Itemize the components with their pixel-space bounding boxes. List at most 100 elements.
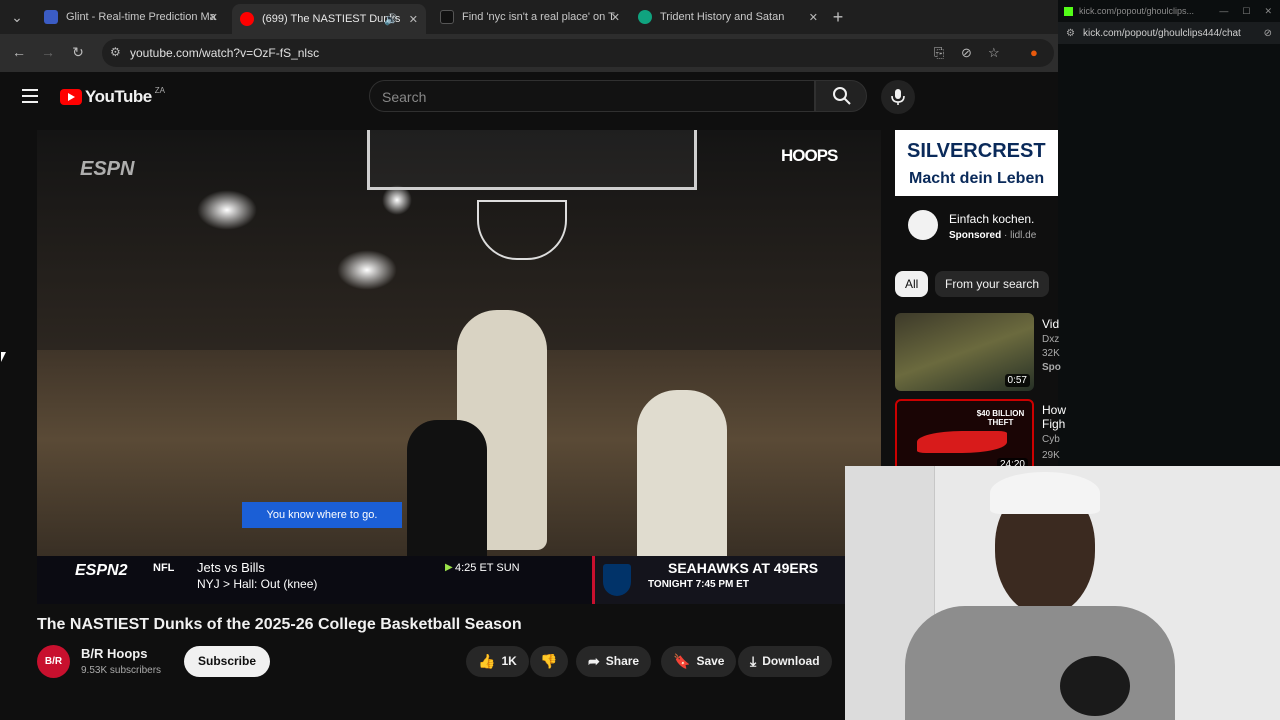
install-app-icon[interactable]: ⎘ xyxy=(934,45,944,61)
close-tab-icon[interactable]: ✕ xyxy=(611,11,620,24)
video-player[interactable]: You know where to go. ESPN HOOPS xyxy=(37,130,881,604)
injury-note: NYJ > Hall: Out (knee) xyxy=(197,577,318,591)
person-shirt xyxy=(905,606,1175,720)
youtube-logo[interactable]: YouTube ZA xyxy=(60,85,165,107)
tab-tiktok[interactable]: Find 'nyc isn't a real place' on T ✕ xyxy=(432,4,628,30)
address-bar[interactable]: ⚙ youtube.com/watch?v=OzF-fS_nlsc ⎘ ⊘ ☆ … xyxy=(102,39,1054,67)
search-input[interactable] xyxy=(370,81,814,113)
url-text[interactable]: youtube.com/watch?v=OzF-fS_nlsc xyxy=(130,46,319,60)
rec-views: 32K xyxy=(1042,348,1060,359)
tracking-protection-icon[interactable]: ⊘ xyxy=(961,45,972,61)
ad-headline: Einfach kochen. xyxy=(949,212,1035,226)
light-flare xyxy=(337,250,397,290)
kick-window-title: kick.com/popout/ghoulclips... xyxy=(1079,6,1195,16)
youtube-play-icon xyxy=(60,89,82,105)
rec-views: 29K xyxy=(1042,450,1060,461)
tab-list-chevron-icon[interactable]: ⌄ xyxy=(7,7,27,27)
menu-hamburger-icon[interactable] xyxy=(22,89,38,103)
subscribe-button[interactable]: Subscribe xyxy=(184,646,271,677)
kick-url-bar: ⚙ kick.com/popout/ghoulclips444/chat ⊘ xyxy=(1058,22,1280,44)
ad-sponsor-row[interactable]: Einfach kochen. Sponsored · lidl.de xyxy=(895,196,1058,256)
light-flare xyxy=(197,190,257,230)
share-button[interactable]: ➦ Share xyxy=(576,646,652,677)
channel-name[interactable]: B/R Hoops xyxy=(81,646,147,661)
tab-chatgpt[interactable]: Trident History and Satan ✕ xyxy=(630,4,826,30)
youtube-header: YouTube ZA xyxy=(0,72,1058,120)
microphone-icon xyxy=(891,89,905,105)
voice-search-button[interactable] xyxy=(881,80,915,114)
player-defender xyxy=(637,390,727,570)
tab-glint[interactable]: Glint - Real-time Prediction Ma ✕ xyxy=(36,4,226,30)
like-count: 1K xyxy=(501,654,517,668)
forward-arrow-icon[interactable]: → xyxy=(38,42,58,62)
advertiser-avatar xyxy=(908,210,938,240)
sponsored-label: Sponsored xyxy=(949,230,1002,241)
glint-favicon-icon xyxy=(44,10,58,24)
backboard xyxy=(367,130,697,190)
promo-matchup: SEAHAWKS AT 49ERS xyxy=(668,560,819,576)
video-thumbnail[interactable]: 0:57 xyxy=(895,313,1034,391)
ad-domain: lidl.de xyxy=(1010,230,1037,241)
game-time: 4:25 ET SUN xyxy=(455,562,520,574)
rec-channel: Dxz xyxy=(1042,334,1060,345)
site-info-icon[interactable]: ⚙ xyxy=(110,45,121,59)
tab-title: Glint - Real-time Prediction Ma xyxy=(66,11,216,23)
thumbs-up-icon: 👍 xyxy=(478,653,496,669)
close-tab-icon[interactable]: ✕ xyxy=(409,13,418,26)
thumbs-down-icon: 👎 xyxy=(540,653,558,669)
like-button[interactable]: 👍 1K xyxy=(466,646,529,677)
download-icon: ⤓ xyxy=(750,653,757,669)
country-code: ZA xyxy=(154,85,165,95)
sidebar-ad-banner[interactable]: SILVERCREST Macht dein Leben xyxy=(895,130,1058,196)
led-banner-text: You know where to go. xyxy=(266,509,378,521)
dislike-button[interactable]: 👎 xyxy=(530,646,568,677)
kick-window-titlebar: kick.com/popout/ghoulclips... — ☐ ✕ xyxy=(1058,0,1280,22)
close-tab-icon[interactable]: ✕ xyxy=(209,11,218,24)
league-label: NFL xyxy=(153,562,175,574)
share-label: Share xyxy=(605,654,640,668)
search-button[interactable] xyxy=(815,80,867,112)
microphone-shape xyxy=(1060,656,1130,716)
matchup-text: Jets vs Bills xyxy=(197,560,265,575)
chip-all[interactable]: All xyxy=(895,271,929,297)
bookmark-star-icon[interactable]: ☆ xyxy=(988,45,1000,61)
close-tab-icon[interactable]: ✕ xyxy=(809,11,818,24)
site-info-icon[interactable]: ⚙ xyxy=(1066,28,1075,39)
close-window-icon[interactable]: ✕ xyxy=(1264,6,1272,17)
chip-from-your-search[interactable]: From your search xyxy=(935,271,1050,297)
save-button[interactable]: 🔖 Save xyxy=(661,646,737,677)
tab-youtube-active[interactable]: (699) The NASTIEST Dunks 🔊 ✕ xyxy=(232,4,426,34)
speaker-icon[interactable]: 🔊 xyxy=(384,13,398,26)
espn2-logo: ESPN2 xyxy=(75,562,128,579)
search-box[interactable] xyxy=(369,80,815,113)
download-button[interactable]: ⤓ Download xyxy=(738,646,832,677)
browser-toolbar: ← → ↻ ⚙ youtube.com/watch?v=OzF-fS_nlsc … xyxy=(0,34,1058,72)
youtube-favicon-icon xyxy=(240,12,254,26)
extension-fox-icon[interactable]: ● xyxy=(1030,45,1038,60)
recommendation-item[interactable]: 0:57 Vid Dxz 32K Spo xyxy=(895,313,1061,393)
channel-avatar[interactable]: B/R xyxy=(37,645,70,678)
maximize-icon[interactable]: ☐ xyxy=(1242,6,1250,17)
tab-title: Find 'nyc isn't a real place' on T xyxy=(462,11,615,23)
download-label: Download xyxy=(762,654,820,668)
bookmark-icon: 🔖 xyxy=(673,653,691,669)
rec-channel: Cyb xyxy=(1042,434,1060,445)
tab-title: Trident History and Satan xyxy=(660,11,785,23)
mouse-cursor-icon xyxy=(1,352,6,362)
hoops-channel-badge: HOOPS xyxy=(781,146,838,165)
tracking-protection-icon[interactable]: ⊘ xyxy=(1264,28,1272,39)
tiktok-favicon-icon xyxy=(440,10,454,24)
webcam-overlay xyxy=(845,466,1280,720)
share-arrow-icon: ➦ xyxy=(588,653,600,669)
new-tab-plus-icon[interactable]: + xyxy=(828,7,848,27)
minimize-icon[interactable]: — xyxy=(1219,6,1228,16)
tab-title: (699) The NASTIEST Dunks xyxy=(262,13,401,25)
browser-tab-bar: ⌄ Glint - Real-time Prediction Ma ✕ (699… xyxy=(0,0,1058,34)
promo-time: TONIGHT 7:45 PM ET xyxy=(648,579,749,590)
back-arrow-icon[interactable]: ← xyxy=(9,42,29,62)
thumb-caption: $40 BILLION THEFT xyxy=(976,409,1025,427)
video-title: The NASTIEST Dunks of the 2025-26 Colleg… xyxy=(37,616,522,633)
ad-meta: Sponsored · lidl.de xyxy=(949,230,1037,241)
reload-icon[interactable]: ↻ xyxy=(68,42,88,62)
ad-slogan: Macht dein Leben xyxy=(909,170,1045,187)
